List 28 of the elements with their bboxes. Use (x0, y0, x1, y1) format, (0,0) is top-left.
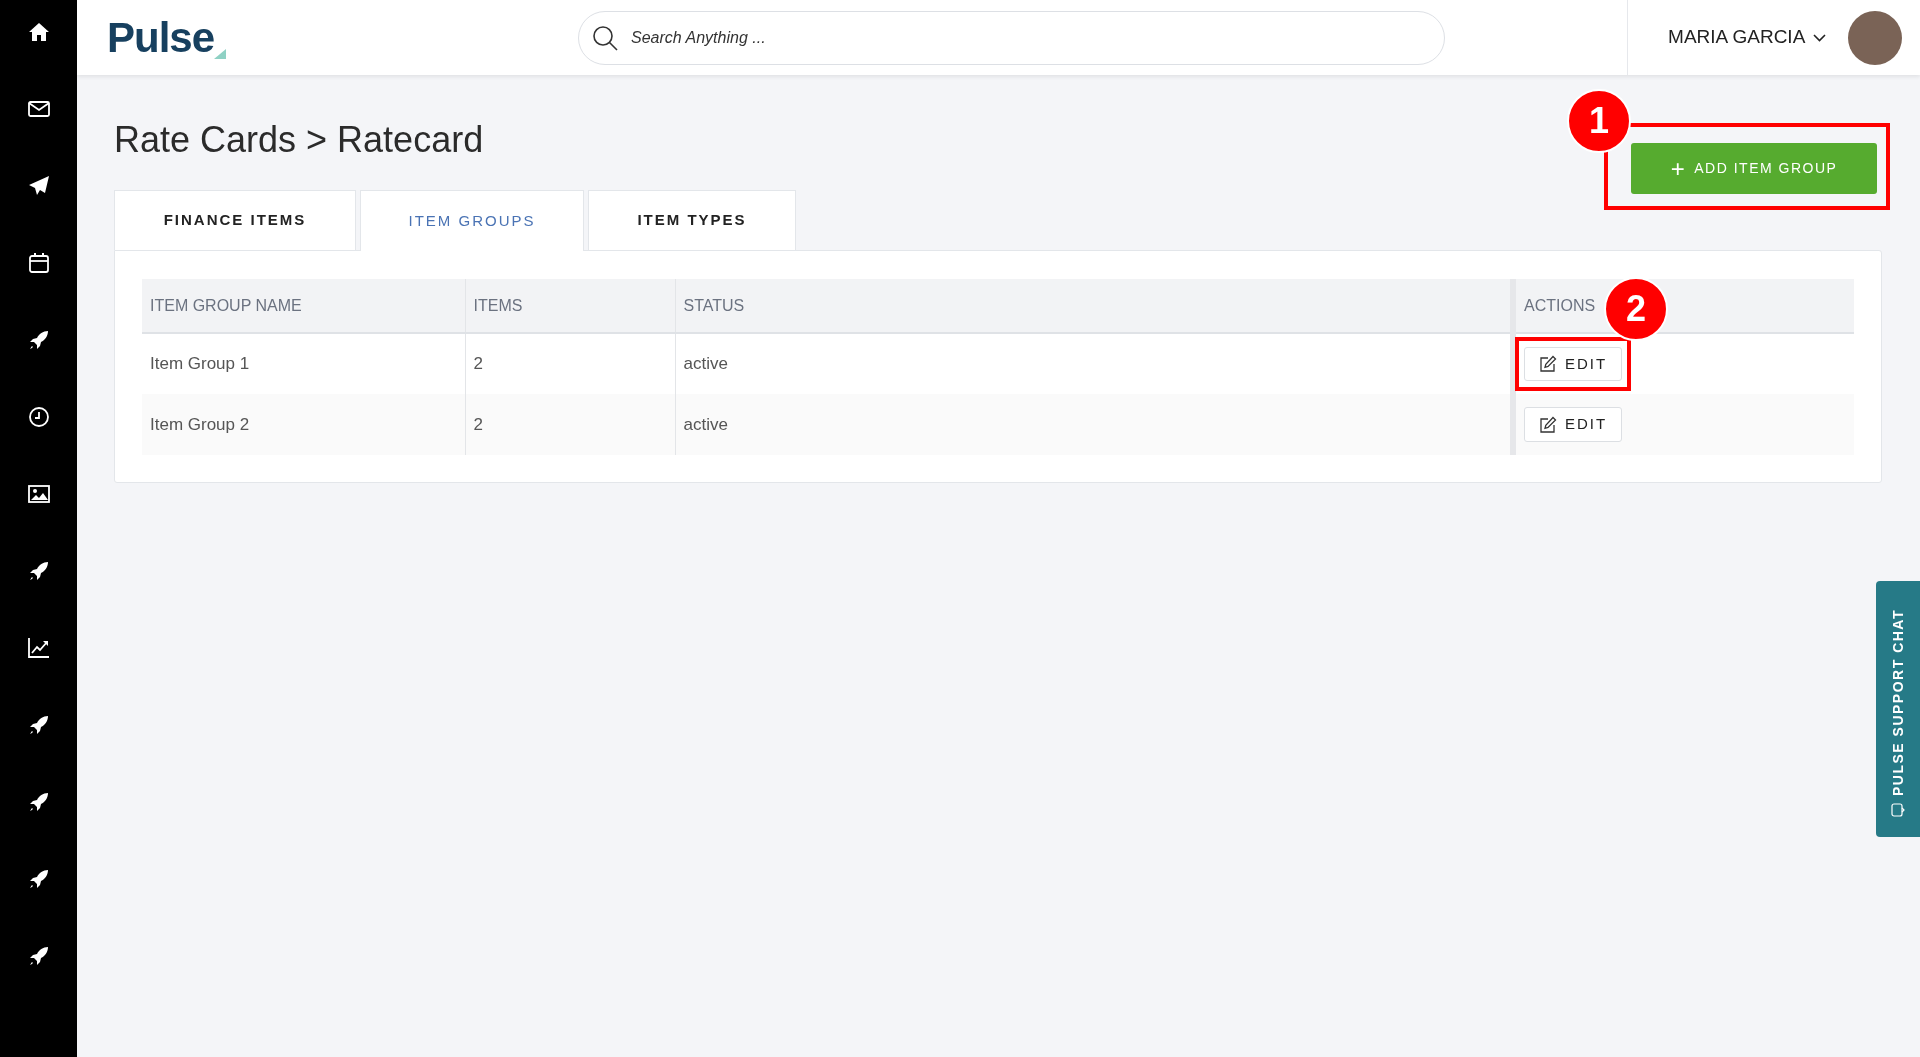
column-header: ITEMS (465, 279, 675, 333)
edit-icon (1539, 355, 1557, 373)
support-chat-tab[interactable]: PULSE SUPPORT CHAT (1876, 581, 1920, 837)
line-chart-icon[interactable] (26, 636, 51, 660)
edit-button[interactable]: EDIT (1524, 346, 1623, 382)
table-cell: Item Group 1 (142, 333, 465, 394)
table-cell: Item Group 2 (142, 394, 465, 455)
column-header: STATUS (675, 279, 1513, 333)
chevron-down-icon (1813, 33, 1827, 42)
logo: Pulse (107, 16, 215, 59)
step-number: 1 (1567, 89, 1632, 153)
image-icon[interactable] (26, 482, 51, 506)
table-cell: active (675, 394, 1513, 455)
column-header: ITEM GROUP NAME (142, 279, 465, 333)
tab[interactable]: ITEM GROUPS (360, 190, 584, 251)
tab[interactable]: ITEM TYPES (588, 190, 796, 250)
clock-icon[interactable] (26, 405, 51, 429)
page-title: Rate Cards > Ratecard (114, 118, 484, 162)
user-menu[interactable]: MARIA GARCIA (1668, 23, 1827, 52)
logo-triangle-icon (214, 48, 227, 59)
search-field[interactable]: Search Anything ... (578, 10, 1445, 65)
table-cell: 2 (465, 394, 675, 455)
edit-button[interactable]: EDIT (1524, 407, 1623, 442)
search-icon (592, 24, 618, 51)
tab[interactable]: FINANCE ITEMS (114, 190, 356, 250)
edit-icon (1539, 415, 1557, 434)
chat-icon (1891, 803, 1905, 817)
calendar-icon[interactable] (26, 251, 51, 275)
